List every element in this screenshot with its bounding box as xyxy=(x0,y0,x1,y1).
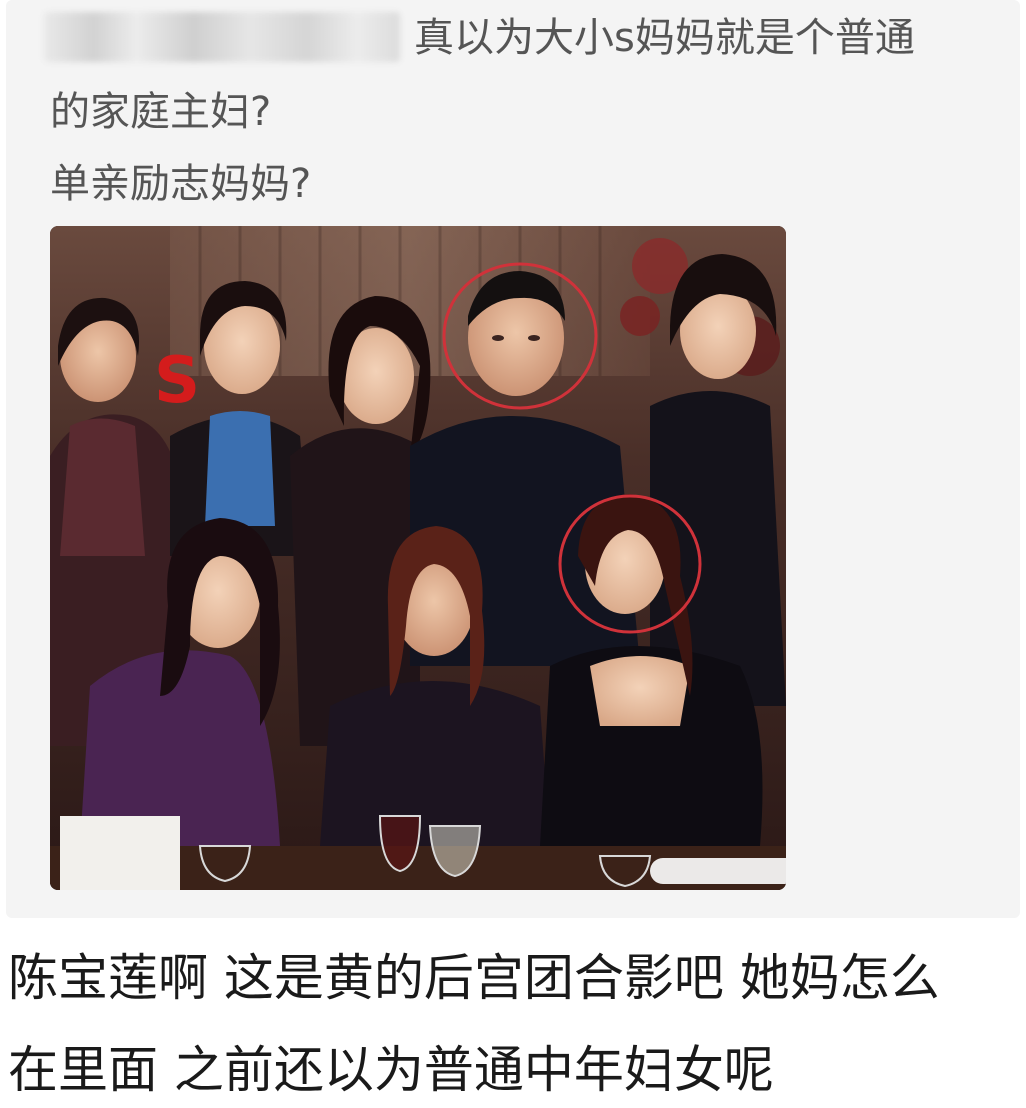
quote-text-line-1: 真以为大小s妈妈就是个普通 xyxy=(414,15,915,61)
annotation-s-mark: S xyxy=(154,344,200,418)
reply-text-line-1: 陈宝莲啊 这是黄的后宫团合影吧 她妈怎么 xyxy=(8,949,940,1007)
blurred-watermark xyxy=(650,858,786,884)
reply-text-line-2: 在里面 之前还以为普通中年妇女呢 xyxy=(8,1041,774,1099)
quoted-post-card[interactable]: 真以为大小s妈妈就是个普通 的家庭主妇? 单亲励志妈妈? S xyxy=(6,0,1020,918)
post-screenshot: 真以为大小s妈妈就是个普通 的家庭主妇? 单亲励志妈妈? S 陈宝莲啊 这是黄的… xyxy=(0,0,1026,1108)
quote-text-line-3: 单亲励志妈妈? xyxy=(50,161,312,207)
group-photo-illustration: S xyxy=(50,226,786,890)
quote-text-line-2: 的家庭主妇? xyxy=(50,89,272,135)
group-photo[interactable]: S xyxy=(50,226,786,890)
blurred-username xyxy=(44,12,400,62)
table-card xyxy=(60,816,180,890)
